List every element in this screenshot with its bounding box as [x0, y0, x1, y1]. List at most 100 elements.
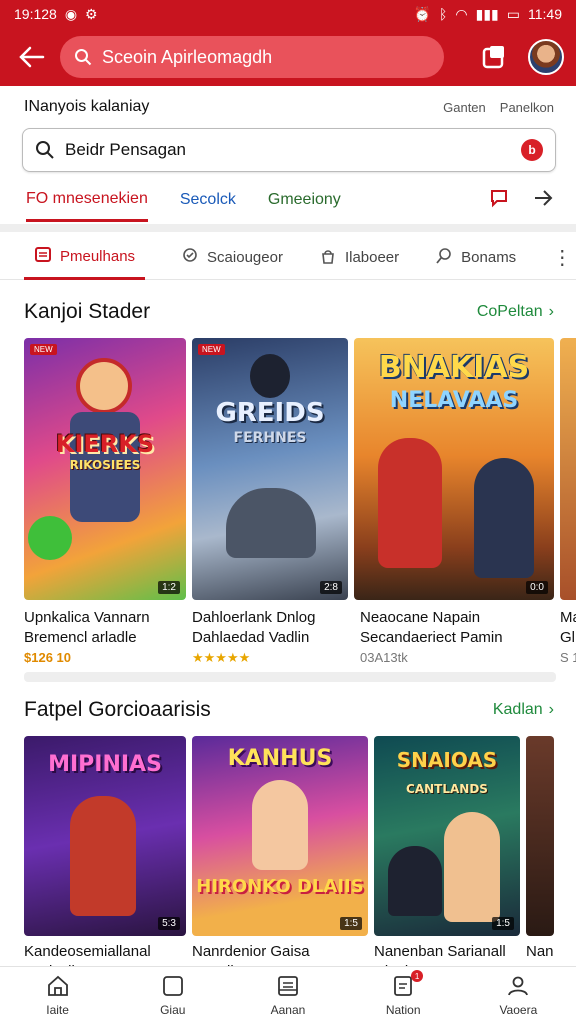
badge-icon [181, 247, 199, 269]
character-figure [474, 458, 534, 578]
game-card[interactable]: Nan [526, 736, 554, 982]
nav-notifications[interactable]: 1 Nation [363, 970, 443, 1017]
section-1-cards: NEW KIERKS RIKOSIEES 1:2 Upnkalica Vanna… [24, 338, 576, 668]
game-card[interactable]: Marr Gliet S 1a [560, 338, 576, 668]
search-input[interactable]: Beidr Pensagan b [22, 128, 556, 172]
card-title: Nan [526, 943, 554, 960]
bluetooth-icon: ᛒ [439, 6, 448, 22]
nav-apps[interactable]: Giau [133, 974, 213, 1017]
status-bar: 19:128 ◉ ⚙ ⏰ ᛒ ◠ ▮▮▮ ▭ 11:49 [0, 0, 576, 28]
card-chip: NEW [30, 344, 57, 355]
camera-icon: ◉ [64, 5, 78, 22]
card-art-title: SNAIOAS [396, 748, 498, 772]
bottom-navigation: Iaite Giau Aanan 1 Nation Vaoera [0, 966, 576, 1024]
section-link-1-label: CoPeltan [476, 303, 543, 320]
section-link-2[interactable]: Kadlan › [493, 701, 554, 719]
tab-primary-1[interactable]: FO mnesenekien [26, 178, 148, 222]
card-title: Upnkalica Vannarn [24, 609, 150, 626]
card-art-subtitle: RIKOSIEES [69, 458, 141, 472]
card-subtitle: Gliet [560, 629, 576, 646]
top-search-bar[interactable]: Sceoin Apirleomagdh [60, 36, 444, 78]
card-duration: 2:8 [320, 581, 342, 594]
card-art-title: BNAKIAS [378, 350, 530, 385]
chat-icon[interactable] [488, 187, 510, 214]
card-title: Nanrdenior Gaisa [192, 943, 310, 960]
game-card[interactable]: BNAKIAS NELAVAAS 0:0 Neaocane Napain Sec… [354, 338, 554, 668]
card-title: Kandeosemiallanal [24, 943, 151, 960]
tab-secondary-3[interactable]: Ilaboeer [319, 236, 399, 280]
card-duration: 0:0 [526, 581, 548, 594]
search-icon [35, 140, 55, 160]
alarm-icon: ⏰ [413, 5, 432, 22]
card-rating: ★★★★★ [192, 650, 251, 665]
home-icon [46, 974, 70, 1001]
game-card[interactable]: KANHUS HIRONKO DLAIIS 1:5 Nanrdenior Gai… [192, 736, 368, 982]
tab-secondary-2[interactable]: Scaiougeor [181, 236, 283, 280]
back-arrow-icon[interactable] [12, 37, 52, 77]
card-chip: NEW [198, 344, 225, 355]
game-card[interactable]: MIPINIAS 5:3 Kandeosemiallanal Gerivalle [24, 736, 186, 982]
tab-secondary-4[interactable]: Bonams [435, 236, 516, 280]
nav-apps-label: Giau [160, 1003, 186, 1017]
section-link-2-label: Kadlan [492, 701, 543, 718]
nav-home[interactable]: Iaite [18, 974, 98, 1017]
tab-secondary-1[interactable]: Pmeulhans [24, 236, 146, 280]
search-icon [435, 247, 453, 269]
card-duration: 1:5 [340, 917, 362, 930]
card-art-title: KIERKS [55, 430, 155, 458]
tab-primary-2[interactable]: Secolck [180, 178, 236, 222]
card-art-title: MIPINIAS [48, 752, 162, 777]
character-figure [76, 358, 132, 414]
bag-icon [319, 247, 337, 269]
game-card[interactable]: NEW GREIDS FERHNES 2:8 Dahloerlank Dnlog… [192, 338, 348, 668]
card-artwork: MIPINIAS 5:3 [24, 736, 186, 936]
chevron-right-icon: › [548, 701, 554, 718]
section-title-2: Fatpel Gorcioaarisis [24, 698, 211, 721]
header-link-1[interactable]: Ganten [443, 100, 486, 115]
character-figure [70, 796, 136, 916]
nav-profile-label: Vaoera [499, 1003, 538, 1017]
nav-library-label: Aanan [270, 1003, 306, 1017]
card-duration: 5:3 [158, 917, 180, 930]
divider [0, 224, 576, 232]
character-figure [252, 780, 308, 870]
primary-tabs: FO mnesenekien Secolck Gmeeiony [0, 178, 576, 222]
search-value: Beidr Pensagan [65, 140, 186, 159]
game-card[interactable]: SNAIOAS CANTLANDS 1:5 Nanenban Sarianall… [374, 736, 520, 982]
section-link-1[interactable]: CoPeltan › [477, 303, 554, 321]
section-divider [24, 672, 556, 682]
card-art-title: GREIDS [215, 398, 325, 428]
robot-figure [226, 488, 316, 558]
share-arrow-icon[interactable] [532, 187, 554, 214]
cart-icon[interactable] [478, 41, 510, 73]
nav-home-label: Iaite [46, 1003, 69, 1017]
nav-notifications-label: Nation [385, 1003, 421, 1017]
card-artwork: NEW GREIDS FERHNES 2:8 [192, 338, 348, 600]
tab-primary-3[interactable]: Gmeeiony [268, 178, 341, 222]
character-figure [444, 812, 500, 922]
status-time: 19:128 [14, 6, 57, 22]
avatar[interactable] [528, 39, 564, 75]
card-art-subtitle: FERHNES [233, 430, 307, 446]
card-artwork: SNAIOAS CANTLANDS 1:5 [374, 736, 520, 936]
section-2-cards: MIPINIAS 5:3 Kandeosemiallanal Gerivalle… [24, 736, 554, 982]
tab-secondary-2-label: Scaiougeor [207, 249, 283, 266]
card-art-subtitle: HIRONKO DLAIIS [196, 876, 364, 897]
card-art-subtitle: NELAVAAS [389, 388, 519, 413]
search-icon [74, 48, 92, 66]
card-artwork [526, 736, 554, 936]
card-duration: 1:5 [492, 917, 514, 930]
creature-figure [28, 516, 72, 560]
nav-library[interactable]: Aanan [248, 974, 328, 1017]
card-artwork: BNAKIAS NELAVAAS 0:0 [354, 338, 554, 600]
header-link-2[interactable]: Panelkon [500, 100, 554, 115]
notification-badge: 1 [411, 970, 424, 982]
card-artwork: KANHUS HIRONKO DLAIIS 1:5 [192, 736, 368, 936]
card-meta: 03A13tk [360, 650, 408, 665]
game-card[interactable]: NEW KIERKS RIKOSIEES 1:2 Upnkalica Vanna… [24, 338, 186, 668]
wifi-icon: ◠ [455, 5, 468, 22]
nav-profile[interactable]: Vaoera [478, 974, 558, 1017]
more-vertical-icon[interactable]: ⋮ [552, 245, 572, 270]
character-figure [378, 438, 442, 568]
search-badge[interactable]: b [521, 139, 543, 161]
